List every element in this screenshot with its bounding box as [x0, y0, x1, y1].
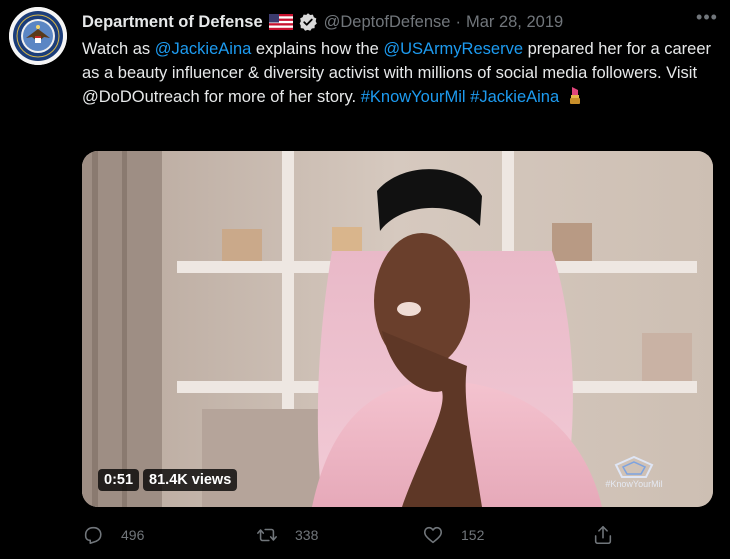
retweet-icon — [257, 528, 277, 542]
dod-seal-icon — [9, 7, 67, 65]
reply-icon — [84, 526, 102, 545]
video-thumbnail — [82, 151, 713, 507]
tweet-text-part: Watch as — [82, 40, 155, 58]
tweet-text-part: explains how the — [251, 40, 384, 58]
avatar[interactable] — [9, 7, 67, 65]
tweet-date[interactable]: Mar 28, 2019 — [466, 13, 563, 32]
share-icon — [594, 525, 612, 545]
mention-jackieaina[interactable]: @JackieAina — [155, 40, 252, 58]
more-horizontal-icon[interactable]: ••• — [694, 8, 720, 30]
retweet-count: 338 — [295, 527, 319, 543]
hashtag-jackieaina[interactable]: #JackieAina — [470, 88, 559, 106]
share-button[interactable] — [592, 524, 614, 546]
tweet-card[interactable]: Department of Defense @DeptofDefense · M… — [0, 0, 730, 559]
retweet-button[interactable]: 338 — [256, 524, 318, 546]
video-duration: 0:51 — [98, 469, 140, 491]
separator-dot: · — [455, 12, 461, 31]
knowyourmil-watermark: #KnowYourMil — [594, 456, 674, 496]
watermark-text: #KnowYourMil — [605, 479, 663, 489]
heart-icon — [423, 526, 443, 544]
tweet-text: Watch as @JackieAina explains how the @U… — [82, 37, 722, 109]
like-button[interactable]: 152 — [422, 524, 484, 546]
us-flag-icon — [268, 14, 293, 30]
pentagon-logo-icon — [614, 456, 654, 478]
reply-button[interactable]: 496 — [82, 524, 144, 546]
lipstick-emoji-icon — [569, 87, 580, 104]
author-name[interactable]: Department of Defense — [82, 13, 263, 32]
hashtag-knowyourmil[interactable]: #KnowYourMil — [361, 88, 466, 106]
action-bar: 496 338 152 — [80, 524, 640, 550]
mention-usarmyreserve[interactable]: @USArmyReserve — [383, 40, 523, 58]
reply-count: 496 — [121, 527, 145, 543]
video-player[interactable]: 0:51 81.4K views #KnowYourMil — [82, 151, 713, 507]
video-views: 81.4K views — [143, 469, 238, 491]
like-count: 152 — [461, 527, 485, 543]
verified-badge-icon — [299, 13, 317, 31]
author-handle[interactable]: @DeptofDefense — [324, 13, 451, 32]
